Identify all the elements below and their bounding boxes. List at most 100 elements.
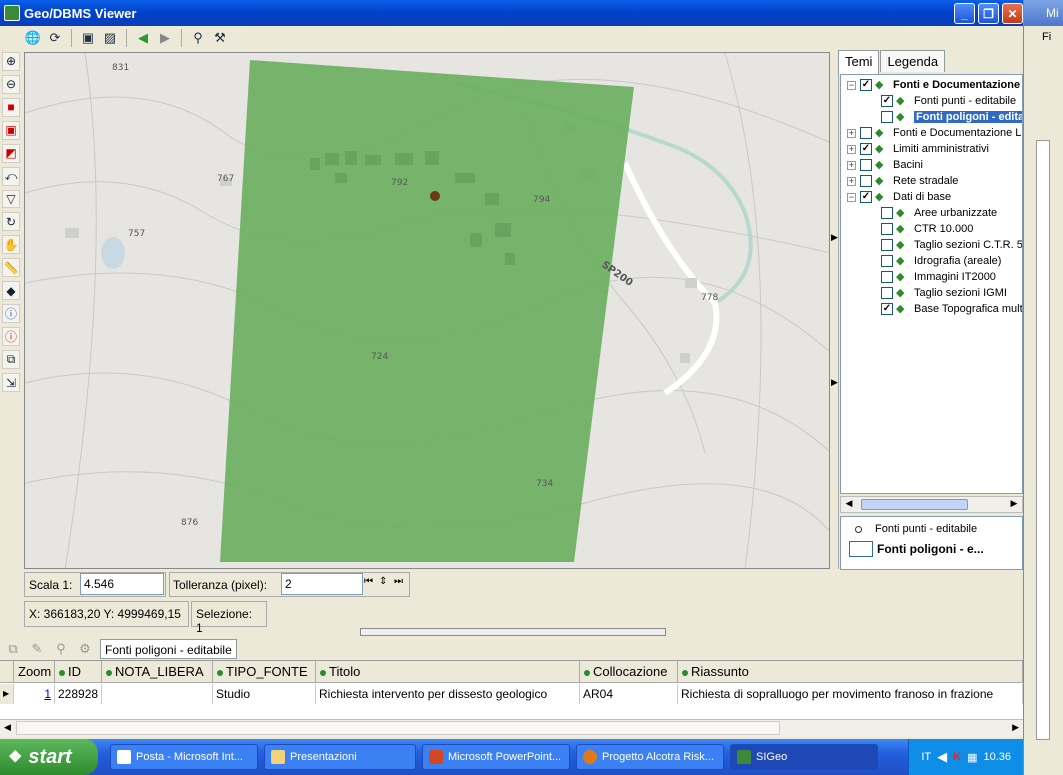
table-cell[interactable]: Studio	[213, 684, 316, 704]
layer-checkbox[interactable]	[881, 287, 893, 299]
collapse-icon[interactable]: −	[847, 80, 856, 90]
tree-node[interactable]: + ◆ Bacini	[847, 157, 923, 173]
table-cell[interactable]	[102, 684, 213, 704]
expand-icon[interactable]: +	[847, 160, 856, 170]
tree-horizontal-scrollbar[interactable]: ◀ ▶	[840, 496, 1023, 513]
column-header-riassunto[interactable]: Riassunto	[678, 661, 1023, 683]
tab-legenda[interactable]: Legenda	[880, 50, 946, 72]
chevron-right-icon[interactable]: ▶	[831, 377, 838, 388]
layer-checkbox[interactable]	[881, 207, 893, 219]
camera-icon[interactable]: ▣	[79, 29, 97, 47]
expand-icon[interactable]: +	[847, 128, 856, 138]
zoom-in-icon[interactable]: ⊕	[2, 52, 20, 71]
start-button[interactable]: ❖ start	[0, 739, 98, 775]
tree-node[interactable]: − ✓ ◆ Fonti e Documentazione	[847, 77, 1020, 93]
tree-node[interactable]: + ◆ Fonti e Documentazione L	[847, 125, 1021, 141]
tree-node[interactable]: + ◆ Rete stradale	[847, 173, 958, 189]
zoom-selection-icon[interactable]: ◩	[2, 143, 20, 163]
tree-node[interactable]: ◆ Immagini IT2000	[881, 269, 996, 285]
tolerance-input[interactable]: 2	[281, 573, 363, 595]
export-icon[interactable]: ⇲	[2, 373, 20, 392]
network-icon[interactable]: ▦	[967, 751, 977, 764]
antivirus-icon[interactable]: K	[953, 751, 961, 763]
refresh-icon[interactable]: ⟳	[46, 29, 64, 47]
task-powerpoint[interactable]: Microsoft PowerPoint...	[422, 744, 570, 770]
layer-checkbox[interactable]: ✓	[860, 191, 872, 203]
column-header-id[interactable]: ID	[55, 661, 102, 683]
pencil-icon[interactable]: ✎	[28, 640, 46, 658]
tree-node[interactable]: + ✓ ◆ Limiti amministrativi	[847, 141, 989, 157]
layer-checkbox[interactable]: ✓	[881, 95, 893, 107]
info-icon[interactable]: ⓘ	[2, 304, 20, 324]
task-sigeo[interactable]: SIGeo	[730, 744, 878, 770]
zoom-previous-icon[interactable]: ⤺	[2, 166, 20, 186]
table-cell[interactable]: 228928	[55, 684, 102, 704]
column-header-tipo-fonte[interactable]: TIPO_FONTE	[213, 661, 316, 683]
layer-checkbox[interactable]	[881, 255, 893, 267]
tree-node[interactable]: ◆ Taglio sezioni C.T.R. 5	[881, 237, 1022, 253]
tree-node[interactable]: ◆ CTR 10.000	[881, 221, 973, 237]
spin-icon[interactable]: ⇕	[379, 576, 387, 587]
binoculars-icon[interactable]: ⚲	[189, 29, 207, 47]
layer-checkbox[interactable]	[881, 223, 893, 235]
tools-icon[interactable]: ⚒	[211, 29, 229, 47]
layer-checkbox[interactable]	[860, 127, 872, 139]
collapse-icon[interactable]: −	[847, 192, 856, 202]
scroll-thumb[interactable]	[16, 721, 780, 735]
scroll-thumb[interactable]	[861, 499, 968, 510]
globe-icon[interactable]: 🌐	[24, 29, 42, 47]
column-header-collocazione[interactable]: Collocazione	[580, 661, 678, 683]
table-cell[interactable]: AR04	[580, 684, 678, 704]
forward-arrow-icon[interactable]: ▶	[156, 29, 174, 47]
info-red-icon[interactable]: ⓘ	[2, 327, 20, 347]
chevron-right-icon[interactable]: ▶	[831, 232, 838, 243]
tree-node[interactable]: ✓ ◆ Fonti punti - editabile	[881, 93, 1016, 109]
task-posta[interactable]: Posta - Microsoft Int...	[110, 744, 258, 770]
table-horizontal-scrollbar[interactable]: ◀ ▶	[0, 719, 1023, 737]
close-button[interactable]: ✕	[1002, 3, 1023, 24]
tree-node[interactable]: ◆ Fonti poligoni - editabile	[881, 109, 1022, 125]
properties-icon[interactable]: ⚙	[76, 640, 94, 658]
language-indicator[interactable]: IT	[921, 751, 931, 763]
expand-icon[interactable]: +	[847, 176, 856, 186]
scroll-right-icon[interactable]: ▶	[1012, 722, 1019, 733]
zoom-link[interactable]: 1	[14, 684, 55, 704]
zoom-out-icon[interactable]: ⊖	[2, 74, 20, 94]
last-icon[interactable]: ⏭	[394, 576, 403, 587]
layer-info-icon[interactable]: ⧉	[2, 350, 20, 370]
table-cell[interactable]: Richiesta di sopralluogo per movimento f…	[678, 684, 1023, 704]
copy-icon[interactable]: ⧉	[4, 640, 22, 658]
tree-node[interactable]: ✓ ◆ Base Topografica mult	[881, 301, 1022, 317]
pan-hand-icon[interactable]: ✋	[2, 235, 20, 255]
layer-checkbox[interactable]: ✓	[860, 143, 872, 155]
tree-node[interactable]: ◆ Aree urbanizzate	[881, 205, 997, 221]
scale-input[interactable]: 4.546	[80, 573, 164, 595]
back-icon[interactable]: ◀	[937, 749, 947, 765]
scroll-left-icon[interactable]: ◀	[842, 498, 856, 511]
erase-icon[interactable]: ◆	[2, 281, 20, 301]
map-canvas[interactable]: 831 767 792 794 757 SP200 778 724 734 87…	[24, 52, 830, 569]
tree-node[interactable]: ◆ Taglio sezioni IGMI	[881, 285, 1007, 301]
layer-checkbox[interactable]: ✓	[860, 79, 872, 91]
collapse-handle[interactable]	[360, 628, 666, 636]
minimize-button[interactable]: _	[954, 3, 975, 24]
background-menu-item[interactable]: Fi	[1042, 31, 1051, 43]
filter-icon[interactable]: ▽	[2, 189, 20, 209]
selected-polygon[interactable]	[220, 60, 634, 562]
column-header-nota-libera[interactable]: NOTA_LIBERA	[102, 661, 213, 683]
layer-checkbox[interactable]	[860, 159, 872, 171]
maximize-button[interactable]: ❐	[978, 3, 999, 24]
layer-checkbox[interactable]: ✓	[881, 303, 893, 315]
point-feature[interactable]	[430, 191, 440, 201]
tab-temi[interactable]: Temi	[838, 50, 880, 74]
layer-checkbox[interactable]	[860, 175, 872, 187]
layer-checkbox[interactable]	[881, 239, 893, 251]
scroll-left-icon[interactable]: ◀	[4, 722, 11, 733]
expand-icon[interactable]: +	[847, 144, 856, 154]
tab-layer-table[interactable]: Fonti poligoni - editabile	[100, 639, 237, 659]
image-icon[interactable]: ▨	[101, 29, 119, 47]
first-icon[interactable]: ⏮	[364, 576, 373, 587]
tree-node[interactable]: ◆ Idrografia (areale)	[881, 253, 1001, 269]
layer-checkbox[interactable]	[881, 271, 893, 283]
scroll-right-icon[interactable]: ▶	[1007, 498, 1021, 511]
